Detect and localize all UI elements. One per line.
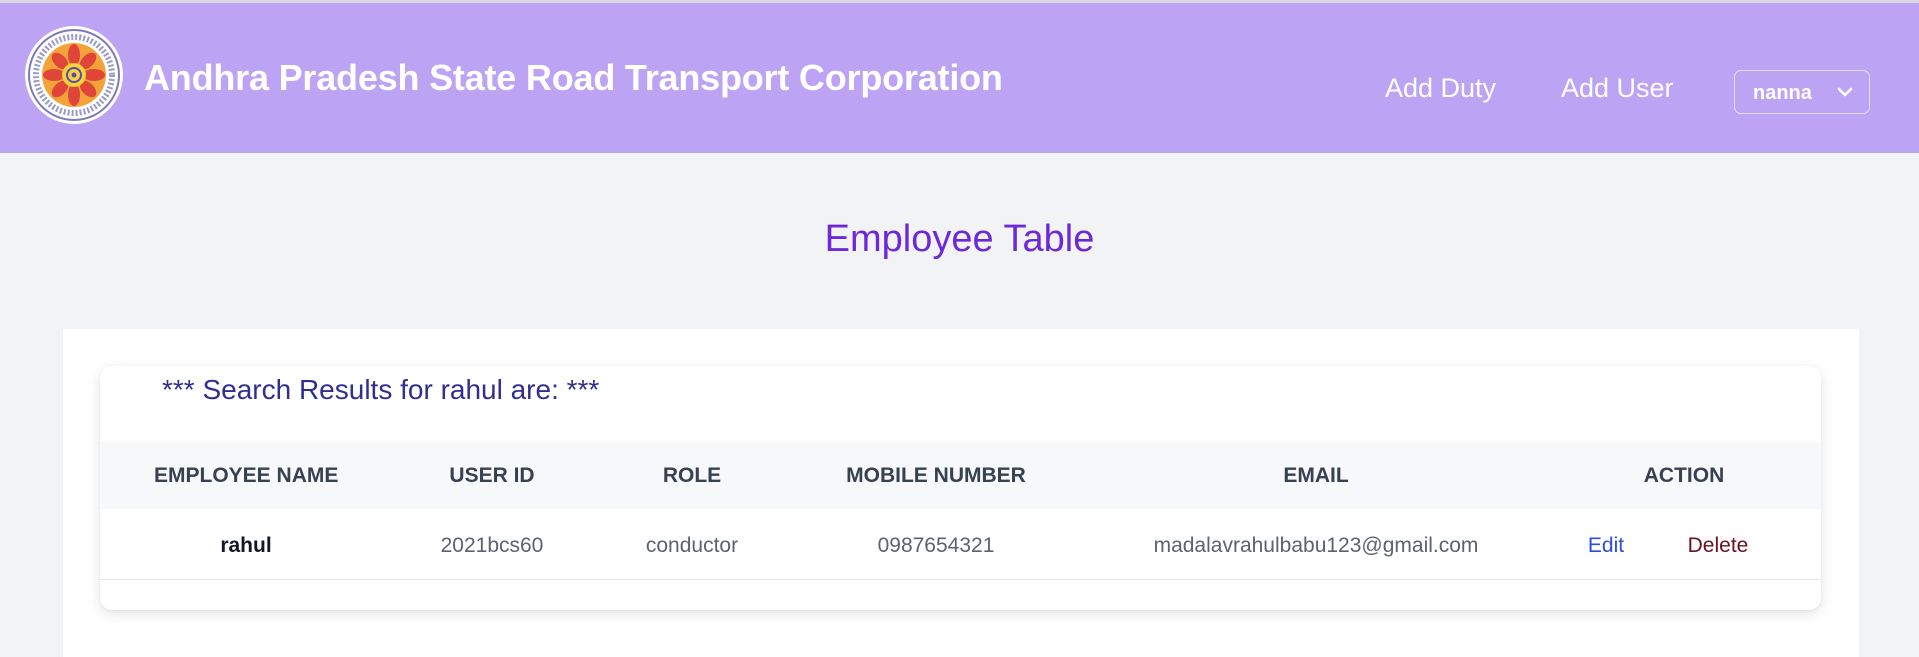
nav-add-duty-link[interactable]: Add Duty — [1385, 73, 1496, 104]
page-title: Employee Table — [824, 218, 1095, 260]
cell-email: madalavrahulbabu123@gmail.com — [1153, 534, 1479, 557]
cell-role: conductor — [645, 534, 739, 557]
chevron-down-icon — [1837, 87, 1853, 97]
row-divider — [100, 579, 1821, 580]
app-title: Andhra Pradesh State Road Transport Corp… — [144, 57, 1003, 98]
column-header-user-id: USER ID — [449, 464, 535, 487]
cell-employee-name: rahul — [220, 534, 272, 557]
column-header-mobile-number: MOBILE NUMBER — [846, 464, 1026, 487]
user-menu-dropdown[interactable]: nanna — [1734, 70, 1870, 114]
column-header-role: ROLE — [662, 464, 722, 487]
cell-user-id: 2021bcs60 — [440, 534, 544, 557]
column-header-email: EMAIL — [1283, 464, 1349, 487]
user-menu-username: nanna — [1753, 82, 1812, 104]
search-results-heading: *** Search Results for rahul are: *** — [162, 374, 600, 405]
column-header-employee-name: EMPLOYEE NAME — [154, 464, 339, 487]
apsrtc-emblem-icon[interactable] — [24, 25, 124, 125]
nav-add-user-link[interactable]: Add User — [1561, 73, 1674, 104]
column-header-action: ACTION — [1643, 464, 1725, 487]
delete-button[interactable]: Delete — [1678, 534, 1758, 558]
cell-mobile-number: 0987654321 — [877, 534, 995, 557]
navbar: Andhra Pradesh State Road Transport Corp… — [0, 3, 1919, 153]
edit-button[interactable]: Edit — [1576, 534, 1636, 558]
